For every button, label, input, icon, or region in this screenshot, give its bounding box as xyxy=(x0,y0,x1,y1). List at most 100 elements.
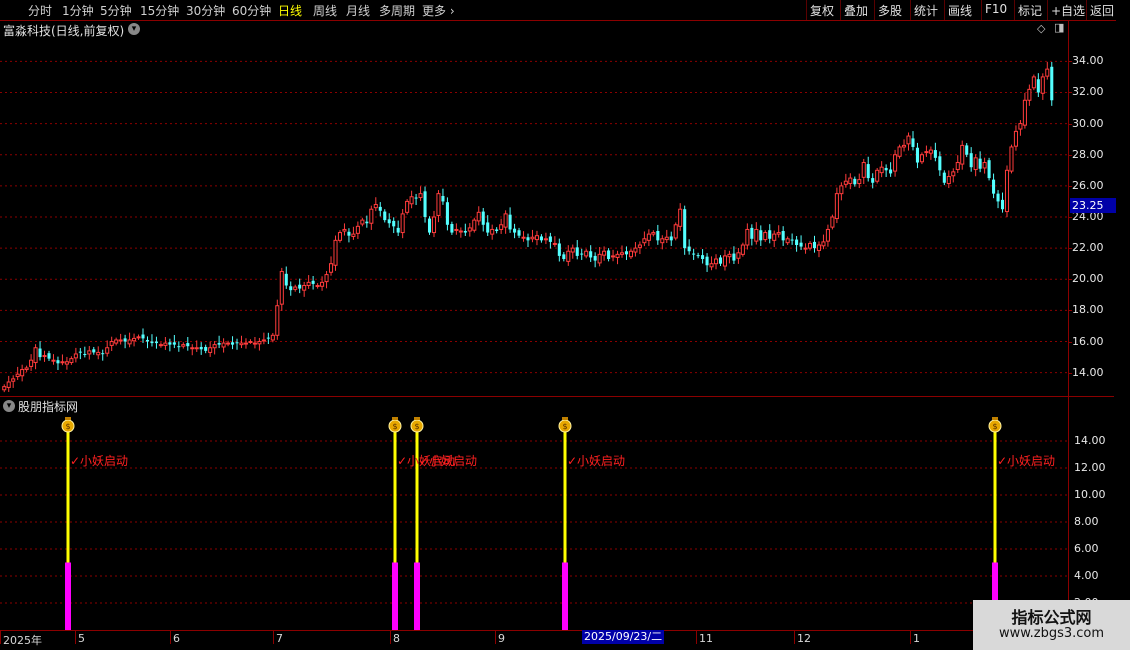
period-tab[interactable]: 60分钟 xyxy=(232,2,271,19)
candle-body-down xyxy=(495,229,499,232)
candle-body-down xyxy=(732,253,736,261)
chevron-down-icon[interactable]: ▾ xyxy=(128,23,140,35)
y-tick-label: 14.00 xyxy=(1074,434,1106,447)
time-axis-line xyxy=(0,630,1114,631)
candle-body-up xyxy=(772,233,777,241)
y-tick-label: 14.00 xyxy=(1072,365,1104,379)
candle-body-down xyxy=(526,237,530,241)
toolbar-button[interactable]: 返回 xyxy=(1090,2,1114,19)
candle-body-up xyxy=(893,154,898,172)
period-tab[interactable]: 1分钟 xyxy=(62,2,94,19)
x-tick-label: 12 xyxy=(797,632,811,645)
x-tick-label: 1 xyxy=(913,632,920,645)
x-tick-label: 11 xyxy=(699,632,713,645)
right-info-strip[interactable] xyxy=(1116,20,1130,396)
candle-body-down xyxy=(884,167,888,171)
candle-body-down xyxy=(441,195,445,202)
candle-body-up xyxy=(64,361,69,365)
candle-body-up xyxy=(615,253,620,258)
x-tick-mark xyxy=(170,630,171,644)
x-tick-label: 5 xyxy=(78,632,85,645)
candle-body-up xyxy=(360,219,365,225)
candle-body-up xyxy=(816,244,822,251)
candle-body-down xyxy=(204,346,208,351)
toolbar-button[interactable]: 叠加 xyxy=(844,2,868,19)
indicator-menu-icon[interactable]: ▾ xyxy=(3,400,15,412)
candle-body-down xyxy=(580,253,584,255)
candle-body-down xyxy=(853,178,857,185)
candle-body-up xyxy=(602,250,607,256)
toolbar-separator xyxy=(910,0,911,20)
toolbar-button[interactable]: F10 xyxy=(985,2,1007,16)
candle-body-down xyxy=(548,236,552,242)
candle-body-up xyxy=(830,216,835,228)
candle-body-up xyxy=(713,258,719,265)
candle-body-up xyxy=(337,232,343,241)
pane-divider[interactable] xyxy=(0,396,1114,397)
candle-body-up xyxy=(69,358,74,364)
toolbar-separator xyxy=(1047,0,1048,20)
period-tab[interactable]: 更多 › xyxy=(422,2,455,19)
candle-body-down xyxy=(1036,79,1040,93)
candle-body-down xyxy=(575,247,579,256)
toolbar-button[interactable]: +自选 xyxy=(1051,2,1085,19)
toolbar-separator xyxy=(840,0,841,20)
candle-body-up xyxy=(1027,88,1032,101)
right-indicator-strip[interactable] xyxy=(1116,398,1130,630)
candle-body-up xyxy=(248,341,253,344)
candle-body-up xyxy=(928,149,933,154)
toolbar-button[interactable]: 画线 xyxy=(948,2,972,19)
money-bag-icon: $ xyxy=(61,417,75,433)
candle-body-up xyxy=(293,286,298,290)
candle-body-up xyxy=(42,355,47,358)
candle-body-down xyxy=(47,353,51,359)
period-tab[interactable]: 15分钟 xyxy=(140,2,179,19)
candle-body-up xyxy=(105,347,110,354)
candle-body-down xyxy=(141,334,145,339)
period-tab[interactable]: 30分钟 xyxy=(186,2,225,19)
candle-body-up xyxy=(1018,123,1023,130)
toolbar-button[interactable]: 复权 xyxy=(810,2,834,19)
toolbar-button[interactable]: 标记 xyxy=(1018,2,1042,19)
candle-body-down xyxy=(396,227,400,233)
signal-line xyxy=(393,427,397,563)
period-tab[interactable]: 周线 xyxy=(313,2,337,19)
diamond-icon[interactable]: ◇ xyxy=(1037,22,1045,35)
candle-body-down xyxy=(486,222,490,233)
y-tick-label: 28.00 xyxy=(1072,147,1104,161)
toolbar-button[interactable]: 多股 xyxy=(878,2,902,19)
candle-body-down xyxy=(557,243,561,256)
candle-body-up xyxy=(436,193,441,216)
signal-text: ✓小妖启动 xyxy=(70,454,129,468)
candle-body-up xyxy=(566,250,571,262)
candle-body-up xyxy=(597,253,602,264)
period-tab[interactable]: 分时 xyxy=(28,2,52,19)
candle-body-down xyxy=(656,231,660,241)
candle-body-up xyxy=(982,162,987,169)
toolbar-button[interactable]: 统计 xyxy=(914,2,938,19)
period-tab[interactable]: 多周期 xyxy=(379,2,415,19)
candle-body-up xyxy=(373,204,378,209)
candle-body-up xyxy=(552,242,557,245)
candle-body-down xyxy=(383,211,387,221)
y-tick-label: 32.00 xyxy=(1072,85,1104,99)
period-tab[interactable]: 5分钟 xyxy=(100,2,132,19)
candle-body-up xyxy=(73,353,78,359)
candle-body-up xyxy=(239,342,244,346)
signal-text: ✓小妖启动 xyxy=(997,454,1056,468)
candle-body-down xyxy=(718,257,723,264)
y-tick-label: 8.00 xyxy=(1074,515,1099,528)
candle-body-down xyxy=(696,255,700,257)
candle-body-up xyxy=(642,238,647,244)
candle-body-down xyxy=(987,160,991,179)
candle-body-up xyxy=(1022,99,1027,126)
candle-body-up xyxy=(848,177,853,185)
candle-body-down xyxy=(992,179,996,194)
money-bag-icon: $ xyxy=(410,417,424,433)
svg-text:$: $ xyxy=(414,422,419,431)
candle-body-up xyxy=(11,378,16,382)
period-tab[interactable]: 日线 xyxy=(278,2,302,19)
candle-body-up xyxy=(611,255,616,258)
period-tab[interactable]: 月线 xyxy=(346,2,370,19)
layout-toggle-icon[interactable]: ◨ xyxy=(1054,21,1064,34)
